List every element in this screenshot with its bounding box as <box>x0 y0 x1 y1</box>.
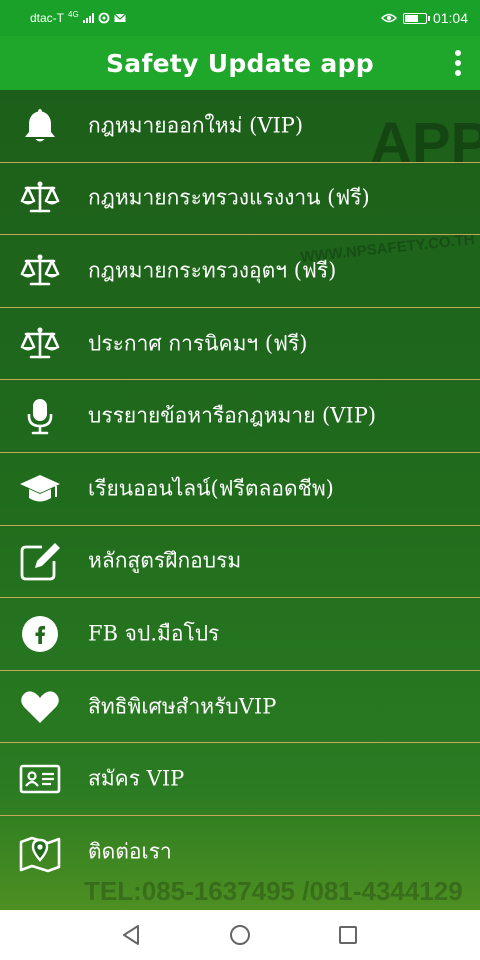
eye-icon <box>380 13 397 23</box>
menu-item-label: สมัคร VIP <box>88 766 185 791</box>
menu-item-vip-signup[interactable]: สมัคร VIP <box>0 743 480 816</box>
menu-item-label: เรียนออนไลน์(ฟรีตลอดชีพ) <box>88 476 334 501</box>
edit-icon <box>18 539 62 583</box>
menu-item-vip-privileges[interactable]: สิทธิพิเศษสำหรับVIP <box>0 671 480 744</box>
menu-item-law-lecture[interactable]: บรรยายข้อหารือกฎหมาย (VIP) <box>0 380 480 453</box>
menu-item-online-learning[interactable]: เรียนออนไลน์(ฟรีตลอดชีพ) <box>0 453 480 526</box>
signal-icon <box>82 13 94 23</box>
menu-item-estate-notice[interactable]: ประกาศ การนิคมฯ (ฟรี) <box>0 308 480 381</box>
back-triangle-icon[interactable] <box>120 923 144 947</box>
microphone-icon <box>18 394 62 438</box>
menu-item-label: ติดต่อเรา <box>88 839 172 864</box>
menu-item-industry-ministry[interactable]: กฎหมายกระทรวงอุตฯ (ฟรี) <box>0 235 480 308</box>
bell-icon <box>18 104 62 148</box>
scales-icon <box>18 249 62 293</box>
menu-item-label: หลักสูตรฝึกอบรม <box>88 548 242 573</box>
app-title: Safety Update app <box>106 48 374 78</box>
menu-item-label: FB จป.มือโปร <box>88 621 220 646</box>
menu-item-labor-ministry[interactable]: กฎหมายกระทรวงแรงงาน (ฟรี) <box>0 163 480 236</box>
more-vert-icon[interactable] <box>450 50 466 76</box>
status-right: 01:04 <box>380 10 468 26</box>
facebook-icon <box>18 612 62 656</box>
carrier-group: dtac-T 4G <box>30 9 126 25</box>
menu-item-label: กฎหมายออกใหม่ (VIP) <box>88 113 304 138</box>
sync-icon <box>98 12 110 24</box>
menu-list: กฎหมายออกใหม่ (VIP) กฎหมายกระทรวงแรงงาน … <box>0 90 480 889</box>
menu-item-facebook[interactable]: FB จป.มือโปร <box>0 598 480 671</box>
mail-icon <box>113 13 126 22</box>
battery-icon <box>402 12 430 24</box>
home-circle-icon[interactable] <box>228 923 252 947</box>
status-bar: dtac-T 4G 01:04 <box>0 0 480 36</box>
menu-item-new-laws[interactable]: กฎหมายออกใหม่ (VIP) <box>0 90 480 163</box>
menu-item-training-courses[interactable]: หลักสูตรฝึกอบรม <box>0 526 480 599</box>
graduation-cap-icon <box>18 467 62 511</box>
heart-icon <box>18 685 62 729</box>
app-bar: Safety Update app <box>0 36 480 90</box>
network-type: 4G <box>68 9 79 19</box>
menu-item-contact[interactable]: ติดต่อเรา <box>0 816 480 889</box>
menu-item-label: กฎหมายกระทรวงอุตฯ (ฟรี) <box>88 258 337 283</box>
menu-item-label: ประกาศ การนิคมฯ (ฟรี) <box>88 331 308 356</box>
carrier-name: dtac-T <box>30 11 65 25</box>
system-nav-bar <box>0 910 480 960</box>
menu-item-label: สิทธิพิเศษสำหรับVIP <box>88 694 277 719</box>
map-pin-icon <box>18 830 62 874</box>
recents-square-icon[interactable] <box>336 923 360 947</box>
scales-icon <box>18 176 62 220</box>
clock: 01:04 <box>432 10 468 26</box>
main-content: APP WWW.NPSAFETY.CO.TH TEL:085-1637495 /… <box>0 90 480 910</box>
menu-item-label: กฎหมายกระทรวงแรงงาน (ฟรี) <box>88 185 370 210</box>
scales-icon <box>18 322 62 366</box>
menu-item-label: บรรยายข้อหารือกฎหมาย (VIP) <box>88 403 377 428</box>
id-card-icon <box>18 757 62 801</box>
